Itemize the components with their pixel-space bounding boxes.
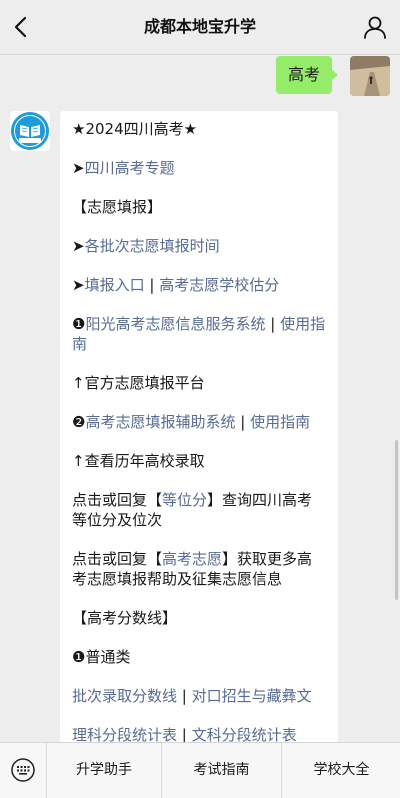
message-text: ❶ <box>72 315 86 333</box>
message-link[interactable]: 高考志愿填报辅助系统 <box>85 413 235 431</box>
message-paragraph: 点击或回复【高考志愿】获取更多高考志愿填报帮助及征集志愿信息 <box>72 549 326 589</box>
nav-bar: 成都本地宝升学 <box>0 0 400 55</box>
message-link[interactable]: 高考志愿学校估分 <box>159 276 279 294</box>
back-arrow-icon[interactable] <box>8 13 36 41</box>
message-text: 【志愿填报】 <box>72 198 163 216</box>
outgoing-bubble[interactable]: 高考 <box>275 56 339 94</box>
message-link[interactable]: 等位分 <box>162 491 207 509</box>
message-text: | <box>235 413 251 431</box>
message-text: | <box>265 315 281 333</box>
message-paragraph: 【志愿填报】 <box>72 197 326 217</box>
message-paragraph: ➤各批次志愿填报时间 <box>72 236 326 256</box>
outgoing-message: 高考 <box>190 56 390 96</box>
message-paragraph: ❶阳光高考志愿信息服务系统 | 使用指南 <box>72 314 326 354</box>
message-paragraph: ➤四川高考专题 <box>72 158 326 178</box>
message-text: 【高考分数线】 <box>72 609 178 627</box>
message-text: ➤ <box>72 276 85 294</box>
message-paragraph: ➤填报入口 | 高考志愿学校估分 <box>72 275 326 295</box>
message-paragraph: 批次录取分数线 | 对口招生与藏彝文 <box>72 686 326 706</box>
keyboard-icon <box>11 758 35 782</box>
message-text: 点击或回复【 <box>72 550 163 568</box>
menu-item-1[interactable]: 升学助手 <box>47 743 161 798</box>
message-link[interactable]: 四川高考专题 <box>85 159 175 177</box>
message-paragraph: ❷高考志愿填报辅助系统 | 使用指南 <box>72 412 326 432</box>
menu-item-2[interactable]: 考试指南 <box>161 743 281 798</box>
message-paragraph: ↑查看历年高校录取 <box>72 451 326 471</box>
incoming-message-bubble: ★2024四川高考★ ➤四川高考专题 【志愿填报】 ➤各批次志愿填报时间 ➤填报入口 |… <box>60 111 338 751</box>
message-text: ★2024四川高考★ <box>72 120 198 138</box>
message-link[interactable]: 高考志愿 <box>162 550 222 568</box>
message-link[interactable]: 使用指南 <box>250 413 310 431</box>
message-paragraph: ★2024四川高考★ <box>72 119 326 139</box>
message-paragraph: 【高考分数线】 <box>72 608 326 628</box>
book-logo-icon <box>11 112 49 150</box>
menu-item-3[interactable]: 学校大全 <box>281 743 400 798</box>
message-link[interactable]: 阳光高考志愿信息服务系统 <box>85 315 265 333</box>
message-paragraph: 点击或回复【等位分】查询四川高考等位分及位次 <box>72 490 326 530</box>
message-link[interactable]: 各批次志愿填报时间 <box>85 237 220 255</box>
message-link[interactable]: 填报入口 <box>85 276 145 294</box>
message-text: ↑查看历年高校录取 <box>72 452 205 470</box>
official-account-avatar[interactable] <box>10 111 50 151</box>
message-link[interactable]: 批次录取分数线 <box>72 687 177 705</box>
message-text: ↑官方志愿填报平台 <box>72 374 205 392</box>
message-text: | <box>144 276 160 294</box>
message-text: ➤ <box>72 159 85 177</box>
message-text: | <box>177 687 192 705</box>
bottom-menu-bar: 升学助手 考试指南 学校大全 <box>0 742 400 798</box>
user-avatar[interactable] <box>350 56 390 96</box>
person-profile-icon[interactable] <box>362 14 388 40</box>
message-text: 点击或回复【 <box>72 491 163 509</box>
message-link[interactable]: 对口招生与藏彝文 <box>192 687 312 705</box>
message-paragraph: ❶普通类 <box>72 647 326 667</box>
message-text: ❷ <box>72 413 86 431</box>
keyboard-toggle-button[interactable] <box>0 743 47 798</box>
chat-title: 成都本地宝升学 <box>143 17 256 36</box>
message-text: ❶普通类 <box>72 648 131 666</box>
message-paragraph: ↑官方志愿填报平台 <box>72 373 326 393</box>
user-avatar-image <box>350 56 390 96</box>
scroll-indicator[interactable] <box>395 440 398 600</box>
message-text: ➤ <box>72 237 85 255</box>
